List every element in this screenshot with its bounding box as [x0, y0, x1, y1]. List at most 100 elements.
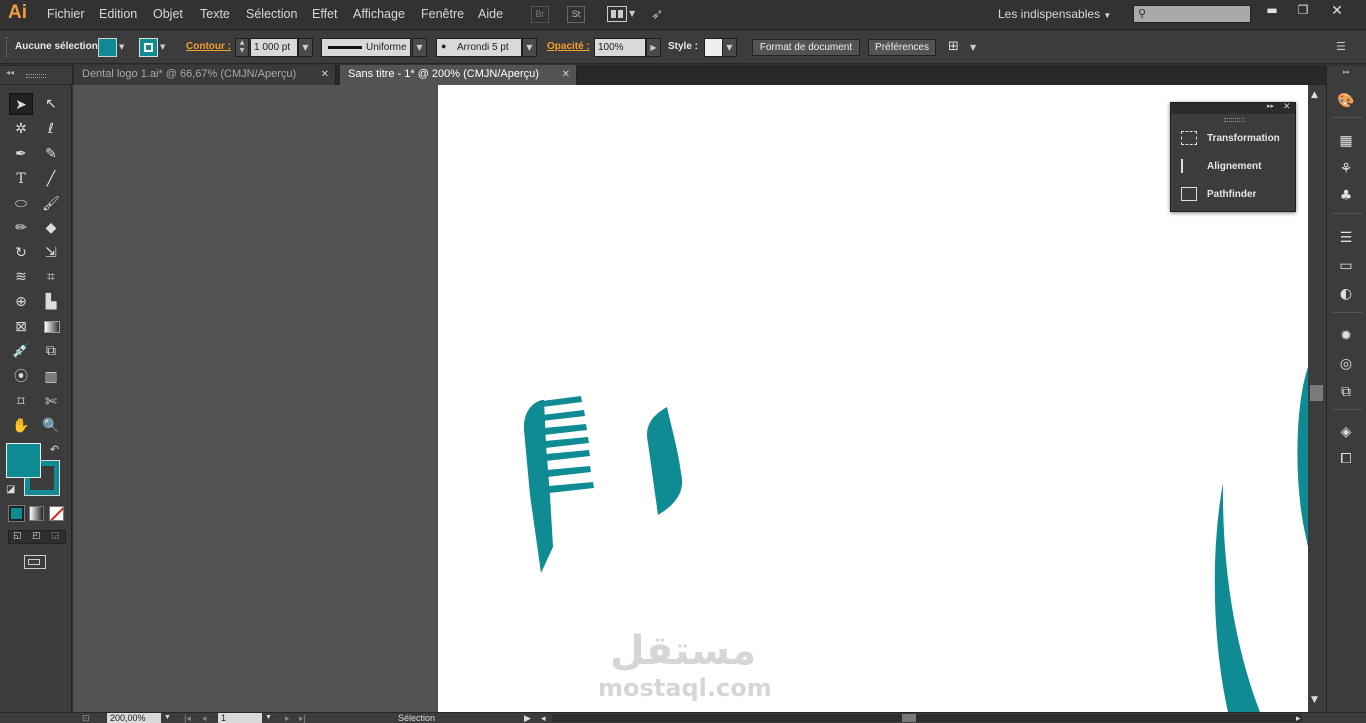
selection-tool[interactable]: ➤ — [9, 93, 33, 115]
menu-texte[interactable]: Texte — [200, 7, 230, 21]
gpu-performance-icon[interactable]: ➶ — [651, 5, 664, 23]
next-artboard-icon[interactable]: ▸ — [285, 713, 290, 723]
hand-tool[interactable]: ✋ — [9, 415, 33, 437]
status-menu-icon[interactable]: ▶ — [524, 713, 531, 723]
panel-item-pathfinder[interactable]: Pathfinder — [1181, 185, 1256, 205]
vertical-scrollbar[interactable]: ▲ ▼ — [1308, 85, 1326, 712]
close-icon[interactable]: ✕ — [321, 65, 329, 84]
gradient-tool[interactable] — [44, 321, 60, 333]
opacity-field[interactable]: 100% — [594, 38, 646, 57]
eyedropper-tool[interactable]: 💉 — [9, 340, 33, 362]
stroke-swatch[interactable] — [139, 38, 158, 57]
stroke-profile-select[interactable]: Uniforme — [321, 38, 411, 57]
chevron-down-icon[interactable]: ▼ — [629, 9, 635, 18]
tooth-root-arc[interactable] — [1214, 483, 1260, 712]
stroke-label[interactable]: Contour : — [186, 41, 231, 52]
chevron-down-icon[interactable]: ▼ — [970, 43, 976, 52]
stroke-weight-stepper[interactable]: ▲ ▼ — [235, 38, 249, 57]
direct-selection-tool[interactable]: ↖ — [39, 93, 63, 115]
free-transform-tool[interactable]: ⌗ — [39, 266, 63, 288]
scroll-down-icon[interactable]: ▼ — [1311, 695, 1318, 705]
chevron-down-icon[interactable]: ▼ — [722, 38, 737, 57]
menu-aide[interactable]: Aide — [478, 7, 503, 21]
color-mode-button[interactable] — [8, 505, 25, 522]
opacity-label[interactable]: Opacité : — [547, 41, 590, 52]
artboard-number-field[interactable]: 1 — [218, 713, 262, 723]
panel-grip[interactable] — [1224, 118, 1244, 122]
tab-sans-titre[interactable]: Sans titre - 1* @ 200% (CMJN/Aperçu) ✕ — [340, 65, 577, 85]
bridge-icon[interactable]: Br — [531, 6, 549, 23]
brush-select[interactable]: ● Arrondi 5 pt — [436, 38, 522, 57]
artboard-tool[interactable]: ⌑ — [9, 391, 33, 413]
swatches-icon[interactable]: ▦ — [1336, 131, 1356, 151]
menu-affichage[interactable]: Affichage — [353, 7, 405, 21]
menu-selection[interactable]: Sélection — [246, 7, 297, 21]
mesh-tool[interactable]: ⊠ — [9, 316, 33, 338]
menu-fenetre[interactable]: Fenêtre — [421, 7, 464, 21]
scroll-up-icon[interactable]: ▲ — [1311, 90, 1318, 100]
toothbrush-shape[interactable] — [523, 396, 594, 573]
zoom-tool[interactable]: 🔍 — [39, 415, 63, 437]
preferences-button[interactable]: Préférences — [868, 39, 936, 56]
blend-tool[interactable]: ⧉ — [39, 340, 63, 362]
panel-item-transformation[interactable]: Transformation — [1181, 129, 1280, 149]
screen-mode-icon[interactable] — [24, 555, 46, 569]
draw-inside-icon[interactable]: ◲ — [51, 531, 60, 541]
chevron-down-icon[interactable]: ▼ — [412, 38, 427, 57]
layers-icon[interactable]: ◈ — [1336, 422, 1356, 442]
panel-menu-icon[interactable]: ☰ — [1336, 40, 1346, 53]
last-artboard-icon[interactable]: ▸| — [299, 713, 306, 723]
document-setup-button[interactable]: Format de document — [752, 39, 860, 56]
width-tool[interactable]: ≋ — [9, 266, 33, 288]
symbols-icon[interactable]: ♣ — [1336, 186, 1356, 206]
line-segment-tool[interactable]: ╱ — [39, 168, 63, 190]
graphic-styles-icon[interactable]: ⧉ — [1336, 382, 1356, 402]
artboard-nav-icon[interactable]: ⊡ — [82, 713, 90, 723]
tooth-fragment-shape[interactable] — [647, 407, 683, 515]
chevron-down-icon[interactable]: ▼ — [298, 38, 313, 57]
gradient-panel-icon[interactable]: ▭ — [1336, 256, 1356, 276]
scroll-thumb[interactable] — [1310, 385, 1323, 401]
column-graph-tool[interactable]: ▥ — [39, 366, 63, 388]
appearance-icon[interactable]: ✹ — [1336, 326, 1356, 346]
control-bar-grip[interactable] — [6, 37, 9, 57]
panel-item-alignement[interactable]: Alignement — [1181, 157, 1261, 177]
fill-swatch[interactable] — [98, 38, 117, 57]
chevron-down-icon[interactable]: ▼ — [160, 43, 165, 51]
pencil-tool[interactable]: ✏ — [9, 217, 33, 239]
curvature-tool[interactable]: ✎ — [39, 143, 63, 165]
default-colors-icon[interactable]: ◪ — [6, 484, 15, 495]
expand-panels-icon[interactable]: ▸▸ — [1267, 102, 1274, 110]
none-mode-button[interactable] — [49, 506, 64, 521]
fill-color-swatch[interactable] — [6, 443, 41, 478]
graphic-style-swatch[interactable] — [704, 38, 723, 57]
rotate-tool[interactable]: ↻ — [9, 242, 33, 264]
gradient-mode-button[interactable] — [29, 506, 44, 521]
restore-button[interactable]: ❐ — [1291, 3, 1315, 19]
menu-objet[interactable]: Objet — [153, 7, 183, 21]
close-icon[interactable]: ✕ — [562, 65, 570, 84]
chevron-down-icon[interactable]: ▼ — [164, 713, 171, 723]
stock-icon[interactable]: St — [567, 6, 585, 23]
workspace-switcher[interactable]: Les indispensables ▼ — [998, 7, 1111, 21]
slice-tool[interactable]: ✄ — [39, 391, 63, 413]
first-artboard-icon[interactable]: |◂ — [184, 713, 191, 723]
stroke-weight-field[interactable]: 1 000 pt — [250, 38, 298, 57]
draw-normal-icon[interactable]: ◱ — [13, 531, 22, 541]
pen-tool[interactable]: ✒ — [9, 143, 33, 165]
artboards-icon[interactable]: ⧠ — [1336, 449, 1356, 469]
cc-libraries-icon[interactable]: ◎ — [1336, 354, 1356, 374]
close-button[interactable]: ✕ — [1325, 3, 1349, 19]
chevron-down-icon[interactable]: ▼ — [119, 43, 124, 51]
scroll-thumb[interactable] — [902, 714, 916, 722]
stroke-panel-icon[interactable]: ☰ — [1336, 228, 1356, 248]
close-icon[interactable]: ✕ — [1283, 102, 1291, 112]
ellipse-tool[interactable]: ⬭ — [9, 193, 33, 215]
chevron-down-icon[interactable]: ▼ — [522, 38, 537, 57]
zoom-field[interactable]: 200,00% — [107, 713, 161, 723]
perspective-grid-tool[interactable]: ▙ — [39, 291, 63, 313]
panel-header[interactable]: ▸▸ ✕ — [1171, 102, 1295, 114]
magic-wand-tool[interactable]: ✲ — [9, 118, 33, 140]
chevron-down-icon[interactable]: ▼ — [265, 713, 272, 723]
swap-colors-icon[interactable]: ↶ — [50, 443, 59, 456]
